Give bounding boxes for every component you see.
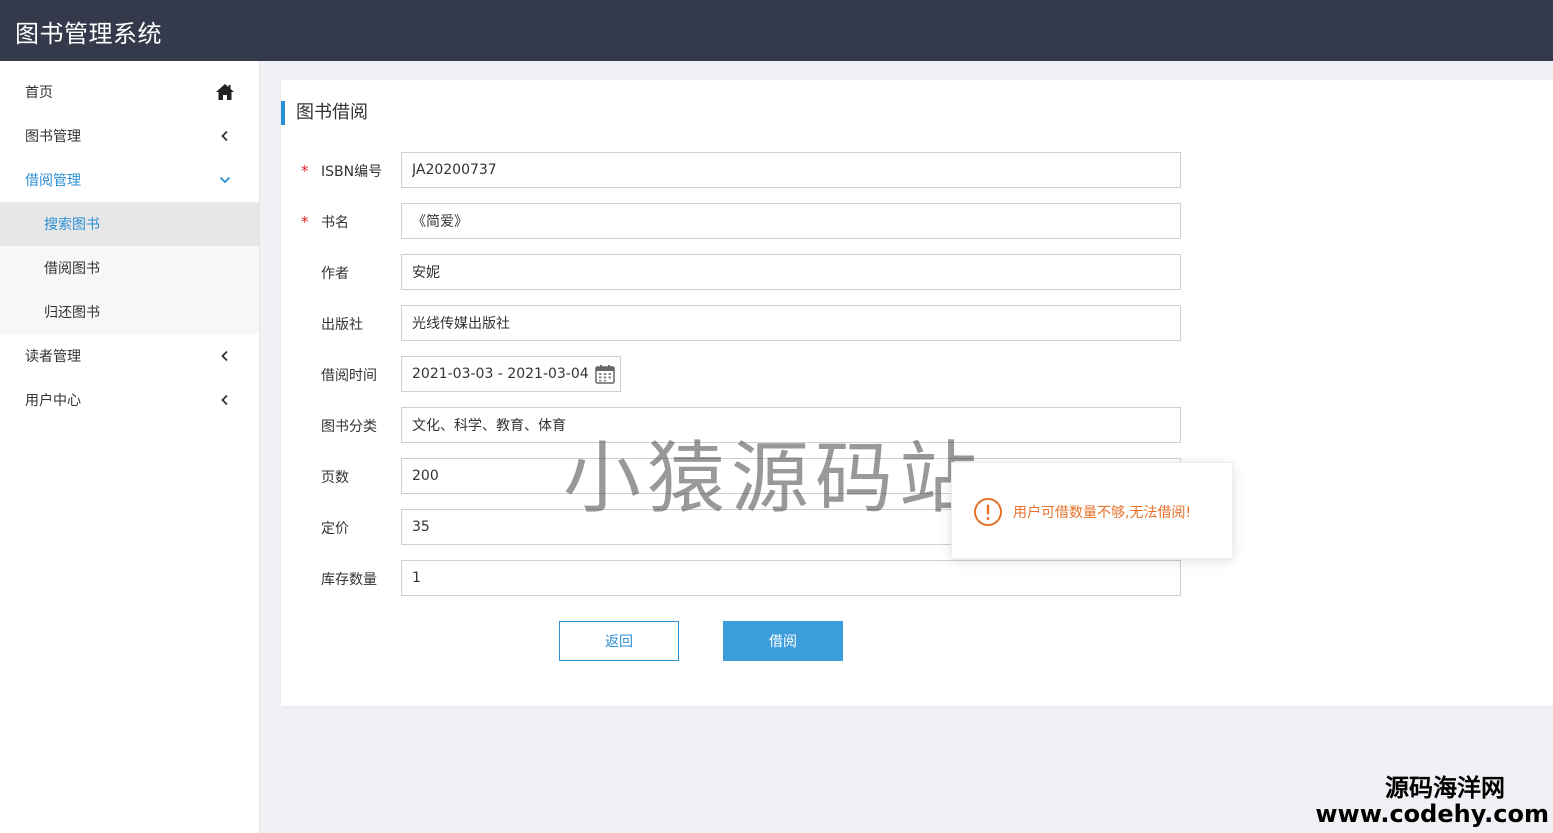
stock-input[interactable] xyxy=(401,560,1181,596)
publisher-input[interactable] xyxy=(401,305,1181,341)
toast-message: 用户可借数量不够,无法借阅! xyxy=(1013,505,1192,521)
chevron-left-icon xyxy=(215,127,235,145)
sidebar-item-book-management[interactable]: 图书管理 xyxy=(0,114,259,158)
page-title: 图书借阅 xyxy=(281,101,368,125)
book-name-label: 书名 xyxy=(321,215,349,231)
stock-label: 库存数量 xyxy=(321,572,377,588)
sidebar-item-label: 图书管理 xyxy=(25,129,81,145)
corner-watermark: 源码海洋网 www.codehy.com xyxy=(1315,775,1549,827)
required-mark: * xyxy=(301,162,309,180)
category-label: 图书分类 xyxy=(321,419,377,435)
book-name-input[interactable] xyxy=(401,203,1181,239)
borrow-form-card: 图书借阅 * ISBN编号 * 书名 作者 出版社 借阅时间 xyxy=(281,80,1553,706)
sidebar-item-label: 用户中心 xyxy=(25,393,81,409)
calendar-icon[interactable] xyxy=(595,364,615,384)
isbn-input[interactable] xyxy=(401,152,1181,188)
chevron-left-icon xyxy=(215,391,235,409)
warning-toast: 用户可借数量不够,无法借阅! xyxy=(951,462,1233,559)
corner-watermark-line1: 源码海洋网 xyxy=(1385,774,1505,802)
sidebar-item-label: 借阅管理 xyxy=(25,173,81,189)
category-input[interactable] xyxy=(401,407,1181,443)
warning-icon xyxy=(973,497,1003,527)
sidebar-item-reader-management[interactable]: 读者管理 xyxy=(0,334,259,378)
borrow-submenu: 搜索图书 借阅图书 归还图书 xyxy=(0,202,259,334)
price-label: 定价 xyxy=(321,521,349,537)
chevron-left-icon xyxy=(215,347,235,365)
app-title: 图书管理系统 xyxy=(15,20,162,48)
publisher-label: 出版社 xyxy=(321,317,363,333)
back-button[interactable]: 返回 xyxy=(559,621,679,661)
home-icon xyxy=(215,83,235,101)
sidebar-item-label: 首页 xyxy=(25,85,53,101)
required-mark: * xyxy=(301,213,309,231)
borrow-button[interactable]: 借阅 xyxy=(723,621,843,661)
borrow-time-label: 借阅时间 xyxy=(321,368,377,384)
sidebar: 首页 图书管理 借阅管理 搜索图书 借阅图书 归还图书 读者管理 用户中心 xyxy=(0,61,260,833)
isbn-label: ISBN编号 xyxy=(321,164,383,180)
sidebar-item-return-books[interactable]: 归还图书 xyxy=(0,290,259,334)
chevron-down-icon xyxy=(215,171,235,189)
borrow-date-range-picker xyxy=(401,356,621,392)
sidebar-item-home[interactable]: 首页 xyxy=(0,70,259,114)
pages-label: 页数 xyxy=(321,470,349,486)
sidebar-item-user-center[interactable]: 用户中心 xyxy=(0,378,259,422)
author-input[interactable] xyxy=(401,254,1181,290)
sidebar-item-borrow-books[interactable]: 借阅图书 xyxy=(0,246,259,290)
borrow-date-range-input[interactable] xyxy=(402,357,592,391)
top-header-bar: 图书管理系统 xyxy=(0,0,1553,61)
corner-watermark-line2: www.codehy.com xyxy=(1315,800,1549,828)
sidebar-item-borrow-management[interactable]: 借阅管理 xyxy=(0,158,259,202)
sidebar-item-label: 读者管理 xyxy=(25,349,81,365)
sidebar-item-search-books[interactable]: 搜索图书 xyxy=(0,202,259,246)
author-label: 作者 xyxy=(321,266,349,282)
